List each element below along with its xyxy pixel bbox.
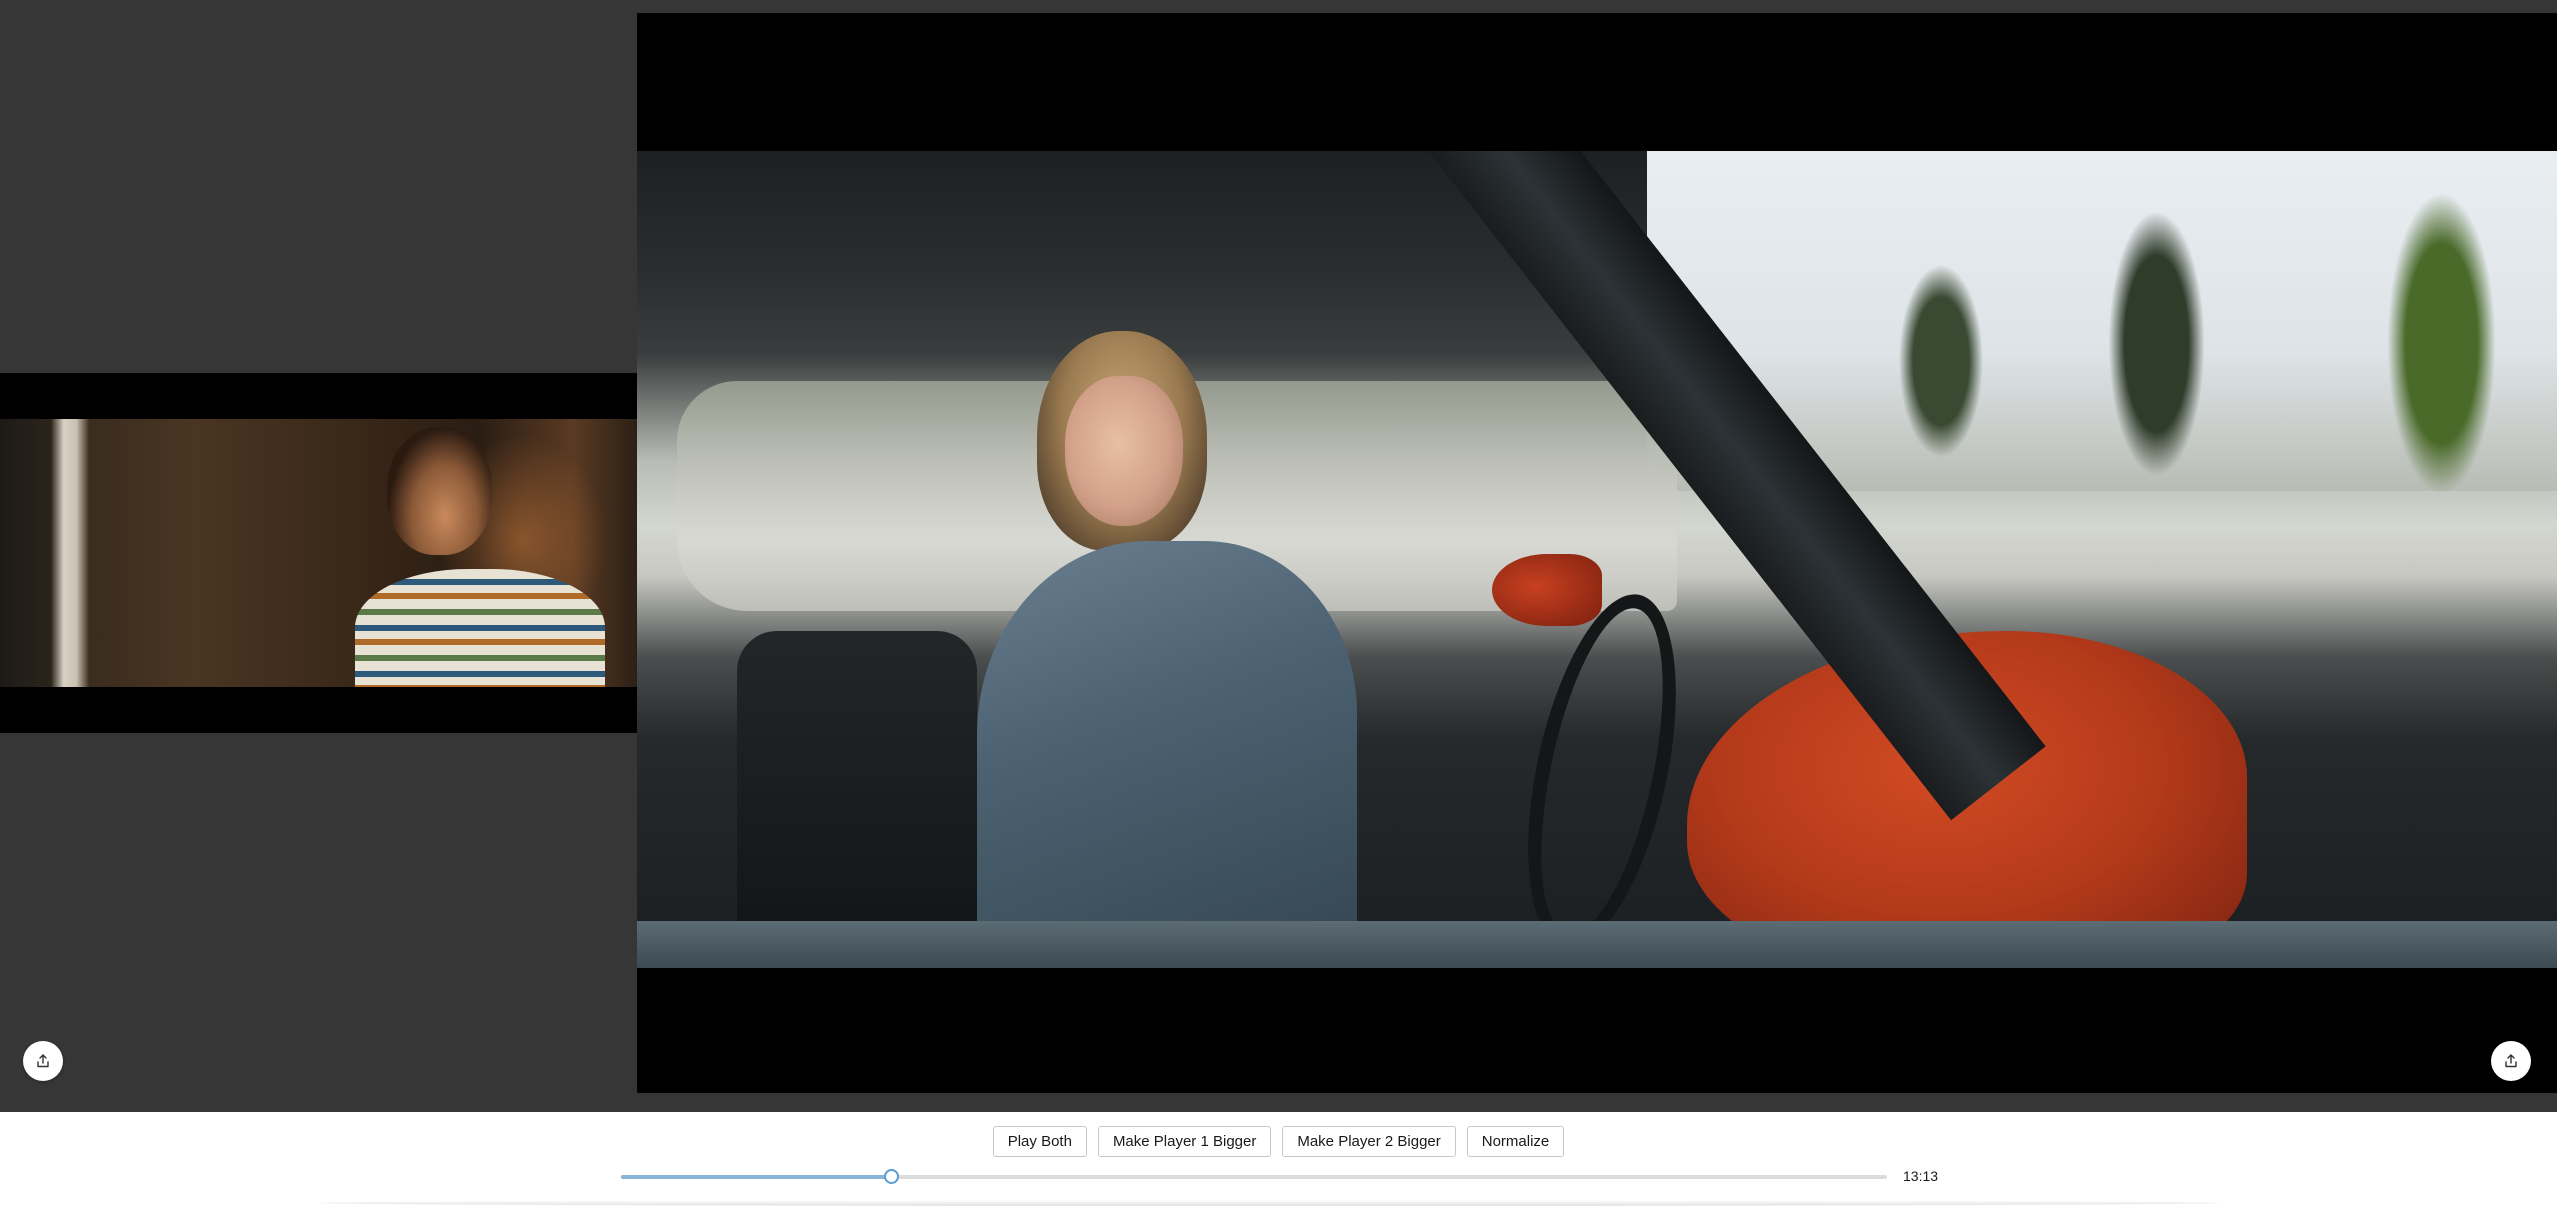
seek-slider-thumb[interactable] bbox=[883, 1169, 899, 1184]
scene-far-mirror bbox=[1492, 554, 1602, 626]
normalize-button[interactable]: Normalize bbox=[1466, 1126, 1565, 1157]
scene-trees bbox=[1787, 151, 2557, 501]
video-player-1[interactable] bbox=[0, 373, 637, 733]
video-frame-2 bbox=[637, 151, 2557, 968]
seek-slider[interactable] bbox=[621, 1169, 1887, 1184]
play-both-button[interactable]: Play Both bbox=[992, 1126, 1087, 1157]
scene-figure-jacket bbox=[977, 541, 1357, 968]
control-buttons: Play Both Make Player 1 Bigger Make Play… bbox=[0, 1126, 2557, 1157]
scene-figure-shirt bbox=[355, 569, 605, 687]
share-icon bbox=[2505, 1054, 2517, 1068]
make-player-2-bigger-button[interactable]: Make Player 2 Bigger bbox=[1282, 1126, 1456, 1157]
time-readout: 13:13 bbox=[1903, 1168, 1939, 1184]
scene-door-trim bbox=[637, 921, 2557, 968]
bottom-shadow bbox=[320, 1200, 2220, 1206]
video-player-2[interactable] bbox=[637, 13, 2557, 1093]
scene-seat bbox=[737, 631, 977, 968]
video-stage bbox=[0, 0, 2557, 1112]
player-1-share-button[interactable] bbox=[23, 1041, 63, 1081]
scene-figure-head bbox=[387, 427, 492, 555]
video-frame-1 bbox=[0, 419, 637, 687]
scene-figure-face bbox=[1065, 376, 1183, 526]
seek-slider-fill bbox=[621, 1175, 891, 1179]
share-icon bbox=[37, 1054, 49, 1068]
player-2-share-button[interactable] bbox=[2491, 1041, 2531, 1081]
make-player-1-bigger-button[interactable]: Make Player 1 Bigger bbox=[1097, 1126, 1272, 1157]
control-bar: Play Both Make Player 1 Bigger Make Play… bbox=[0, 1112, 2557, 1206]
